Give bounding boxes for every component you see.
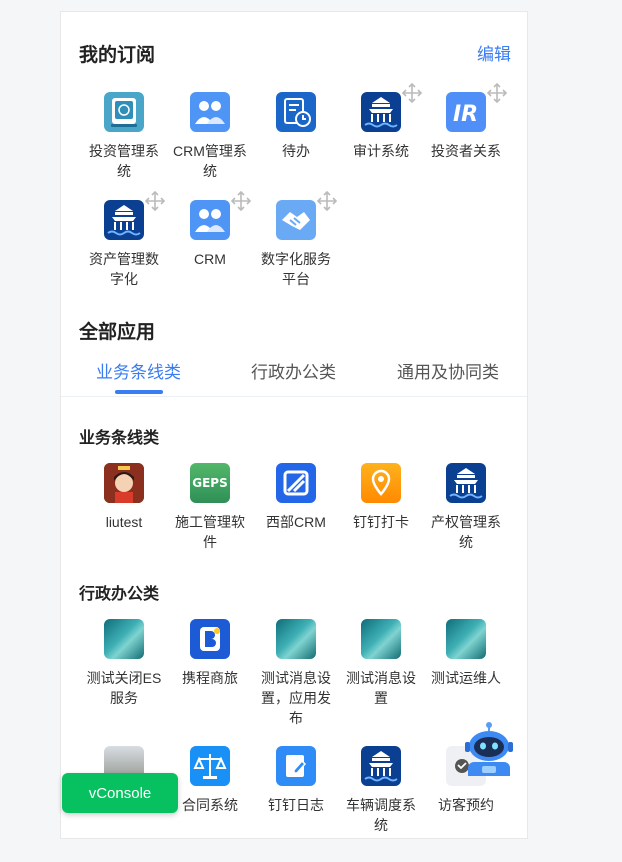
app-label: 施工管理软件 bbox=[175, 514, 245, 550]
app-tile-audit[interactable]: 审计系统 bbox=[338, 82, 424, 161]
location-pin-icon bbox=[361, 463, 401, 503]
edit-log-icon bbox=[276, 746, 316, 786]
app-tile-investment-management[interactable]: 投资管理系统 bbox=[81, 92, 167, 181]
crm-people-icon bbox=[190, 92, 230, 132]
geps-logo-icon: GEPS bbox=[190, 463, 230, 503]
vconsole-button[interactable]: vConsole bbox=[62, 773, 178, 813]
photo-thumbnail-icon bbox=[446, 619, 486, 659]
app-label: 待办 bbox=[282, 143, 310, 159]
app-label: 合同系统 bbox=[182, 797, 238, 813]
move-handle-icon[interactable] bbox=[316, 190, 338, 212]
app-label: 数字化服务平台 bbox=[261, 251, 331, 287]
app-label: 车辆调度系统 bbox=[346, 797, 416, 833]
tab-admin-office[interactable]: 行政办公类 bbox=[251, 358, 336, 383]
crm-logo-icon bbox=[276, 463, 316, 503]
app-tile-liutest[interactable]: liutest bbox=[81, 463, 167, 532]
temple-icon bbox=[104, 190, 166, 240]
tab-business[interactable]: 业务条线类 bbox=[96, 358, 181, 383]
category-tabs: 业务条线类 行政办公类 通用及协同类 bbox=[61, 352, 527, 397]
app-tile-test-close-es[interactable]: 测试关闭ES服务 bbox=[81, 619, 167, 708]
handshake-icon bbox=[276, 190, 338, 240]
app-label: 资产管理数字化 bbox=[89, 251, 159, 287]
edit-button[interactable]: 编辑 bbox=[477, 40, 511, 65]
investment-management-icon bbox=[104, 92, 144, 132]
svg-text:IR: IR bbox=[453, 102, 478, 127]
app-label: liutest bbox=[105, 514, 143, 530]
temple-icon bbox=[446, 463, 486, 503]
app-tile-test-message[interactable]: 测试消息设置 bbox=[338, 619, 424, 708]
app-tile-construction-management[interactable]: GEPS 施工管理软件 bbox=[167, 463, 253, 552]
app-label: 测试消息设置 bbox=[346, 670, 416, 706]
app-label: 审计系统 bbox=[353, 143, 409, 159]
app-label: 投资管理系统 bbox=[89, 143, 159, 179]
app-tile-test-message-publish[interactable]: 测试消息设置，应用发布 bbox=[253, 619, 339, 728]
app-tile-crm[interactable]: CRM bbox=[167, 190, 253, 269]
move-handle-icon[interactable] bbox=[401, 82, 423, 104]
app-center-panel: 我的订阅 编辑 投资管理系统 CRM管理系统 待办 审计系统 IR 投资者关系 bbox=[60, 11, 528, 839]
app-tile-crm-management[interactable]: CRM管理系统 bbox=[167, 92, 253, 181]
app-label: CRM管理系统 bbox=[173, 143, 247, 179]
app-tile-investor-relations[interactable]: IR 投资者关系 bbox=[423, 82, 509, 161]
app-tile-todo[interactable]: 待办 bbox=[253, 92, 339, 161]
todo-clock-icon bbox=[276, 92, 316, 132]
crm-people-icon bbox=[190, 190, 252, 240]
app-label: 访客预约 bbox=[438, 797, 494, 813]
subscriptions-title: 我的订阅 bbox=[79, 45, 156, 66]
app-tile-digital-service-platform[interactable]: 数字化服务平台 bbox=[253, 190, 339, 289]
app-label: 钉钉日志 bbox=[268, 797, 324, 813]
geps-logo-text: GEPS bbox=[192, 476, 228, 490]
app-tile-property-rights[interactable]: 产权管理系统 bbox=[423, 463, 509, 552]
scale-icon bbox=[190, 746, 230, 786]
move-handle-icon[interactable] bbox=[144, 190, 166, 212]
photo-thumbnail-icon bbox=[104, 619, 144, 659]
app-tile-vehicle-dispatch[interactable]: 车辆调度系统 bbox=[338, 746, 424, 835]
app-label: 西部CRM bbox=[266, 514, 326, 530]
photo-thumbnail-icon bbox=[276, 619, 316, 659]
app-tile-test-ops[interactable]: 测试运维人 bbox=[423, 619, 509, 688]
app-tile-contract-system[interactable]: 合同系统 bbox=[167, 746, 253, 815]
app-label: 投资者关系 bbox=[431, 143, 501, 159]
robot-assistant-icon[interactable] bbox=[460, 722, 518, 782]
app-label: 测试消息设置，应用发布 bbox=[261, 670, 331, 726]
app-label: 钉钉打卡 bbox=[353, 514, 409, 530]
tab-general-collab[interactable]: 通用及协同类 bbox=[397, 358, 499, 383]
app-label: 测试运维人 bbox=[431, 670, 501, 686]
app-label: 测试关闭ES服务 bbox=[86, 670, 162, 706]
group-title-business: 业务条线类 bbox=[79, 430, 160, 447]
move-handle-icon[interactable] bbox=[486, 82, 508, 104]
app-tile-dingtalk-checkin[interactable]: 钉钉打卡 bbox=[338, 463, 424, 532]
app-label: CRM bbox=[194, 251, 226, 267]
cartoon-avatar-icon bbox=[104, 463, 144, 503]
app-label: 产权管理系统 bbox=[431, 514, 501, 550]
app-tile-ctrip-business[interactable]: 携程商旅 bbox=[167, 619, 253, 688]
photo-thumbnail-icon bbox=[361, 619, 401, 659]
temple-icon bbox=[361, 746, 401, 786]
temple-icon bbox=[361, 82, 423, 132]
app-label: 携程商旅 bbox=[182, 670, 238, 686]
all-apps-title: 全部应用 bbox=[79, 322, 156, 343]
group-title-admin-office: 行政办公类 bbox=[79, 586, 160, 603]
app-tile-dingtalk-log[interactable]: 钉钉日志 bbox=[253, 746, 339, 815]
ir-icon: IR bbox=[446, 82, 508, 132]
letter-b-icon bbox=[190, 619, 230, 659]
app-tile-asset-management[interactable]: 资产管理数字化 bbox=[81, 190, 167, 289]
move-handle-icon[interactable] bbox=[230, 190, 252, 212]
app-tile-west-crm[interactable]: 西部CRM bbox=[253, 463, 339, 532]
active-tab-indicator bbox=[115, 390, 163, 394]
